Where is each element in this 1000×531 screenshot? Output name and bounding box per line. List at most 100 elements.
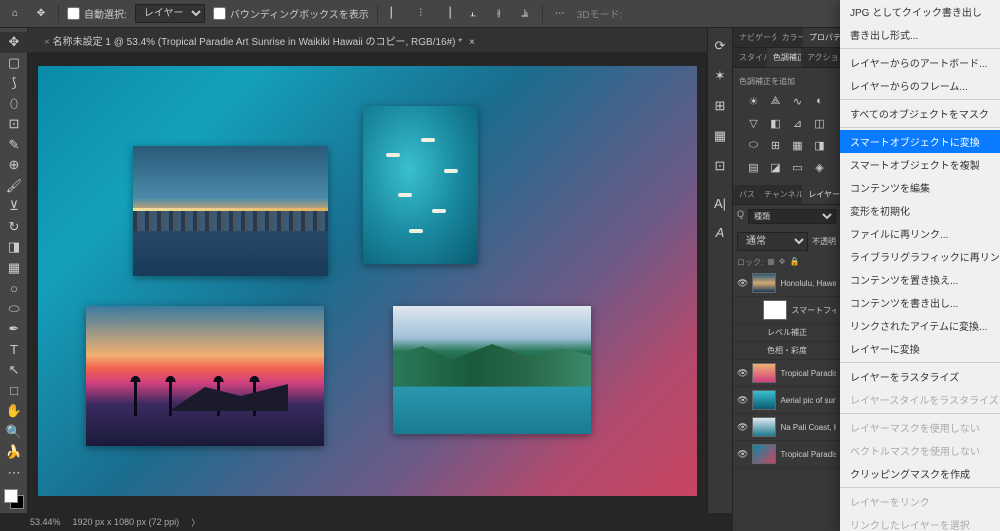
menu-item[interactable]: 変形を初期化 xyxy=(840,199,1000,222)
blend-mode-select[interactable]: 通常 xyxy=(737,232,808,251)
layer-row[interactable]: スマートフィルタ xyxy=(733,297,840,324)
layer-thumbnail[interactable] xyxy=(763,300,787,320)
tab-properties[interactable]: プロパティ xyxy=(803,28,840,47)
lock-pixels-icon[interactable]: ▦ xyxy=(767,257,775,268)
blur-tool[interactable]: ○ xyxy=(0,278,28,299)
tab-paths[interactable]: パス xyxy=(733,185,758,204)
stamp-tool[interactable]: ⊻ xyxy=(0,196,28,217)
tab-adjustments[interactable]: 色調補正 xyxy=(767,48,801,67)
layer-name[interactable]: Honolulu, Hawaii. Sky xyxy=(780,279,836,288)
exposure-icon[interactable]: ◐ xyxy=(812,93,828,109)
path-tool[interactable]: ↖ xyxy=(0,360,28,381)
marquee-tool[interactable]: ▢ xyxy=(0,53,28,74)
paragraph-panel-icon[interactable]: A| xyxy=(714,196,726,211)
actions-panel-icon[interactable]: ✶ xyxy=(715,68,726,84)
zoom-level[interactable]: 53.44% xyxy=(30,517,61,527)
gradient-tool[interactable]: ▦ xyxy=(0,258,28,279)
layer-thumbnail[interactable] xyxy=(752,390,776,410)
layer-filter-kind[interactable]: 種類 xyxy=(748,209,836,224)
hue-icon[interactable]: ◧ xyxy=(768,115,784,131)
layer-thumbnail[interactable] xyxy=(752,417,776,437)
visibility-icon[interactable]: 👁 xyxy=(737,278,748,289)
menu-item[interactable]: ライブラリグラフィックに再リンク... xyxy=(840,245,1000,268)
pen-tool[interactable]: ✒ xyxy=(0,319,28,340)
align-top-icon[interactable]: ⫠ xyxy=(464,5,482,23)
home-icon[interactable]: ⌂ xyxy=(6,5,24,23)
layer-name[interactable]: レベル補正 xyxy=(767,327,807,338)
layer-thumbnail[interactable] xyxy=(752,273,776,293)
eyedropper-tool[interactable]: ✎ xyxy=(0,135,28,156)
layer-thumbnail[interactable] xyxy=(752,363,776,383)
layer-row[interactable]: 色相・彩度 xyxy=(733,342,840,360)
layer-row[interactable]: 👁 Honolulu, Hawaii. Sky xyxy=(733,270,840,297)
brush-tool[interactable]: 🖌 xyxy=(0,176,28,197)
brightness-icon[interactable]: ☀ xyxy=(746,93,762,109)
menu-item[interactable]: レイヤーをラスタライズ xyxy=(840,365,1000,388)
document-tab[interactable]: × 名称未設定 1 @ 53.4% (Tropical Paradie Art … xyxy=(36,29,483,52)
visibility-icon[interactable]: 👁 xyxy=(737,368,748,379)
brushes-panel-icon[interactable]: ⊞ xyxy=(715,98,726,114)
edit-toolbar[interactable]: ⋯ xyxy=(0,463,28,484)
menu-item[interactable]: レイヤーからのアートボード... xyxy=(840,51,1000,74)
tab-navigator[interactable]: ナビゲーター xyxy=(733,28,776,47)
layer-name[interactable]: Na Pali Coast, Kauai xyxy=(780,423,836,432)
history-panel-icon[interactable]: ⟳ xyxy=(715,38,726,54)
layer-name[interactable]: 色相・彩度 xyxy=(767,345,807,356)
lock-position-icon[interactable]: ✥ xyxy=(779,257,786,268)
menu-item[interactable]: スマートオブジェクトを複製 xyxy=(840,153,1000,176)
layer-name[interactable]: Tropical Paradise Art S xyxy=(780,450,836,459)
lock-all-icon[interactable]: 🔒 xyxy=(790,257,800,268)
curves-icon[interactable]: ∿ xyxy=(790,93,806,109)
menu-item[interactable]: コンテンツを書き出し... xyxy=(840,291,1000,314)
layer-name[interactable]: Aerial pic of surfers seat xyxy=(780,396,836,405)
tab-actions[interactable]: アクション xyxy=(801,48,840,67)
bw-icon[interactable]: ◫ xyxy=(812,115,828,131)
layer-row[interactable]: 👁 Tropical Paradise Art S xyxy=(733,360,840,387)
menu-item[interactable]: コンテンツを編集 xyxy=(840,176,1000,199)
align-center-icon[interactable]: ⫶ xyxy=(412,5,430,23)
placed-image-3[interactable] xyxy=(86,306,324,446)
menu-item[interactable]: レイヤーからのフレーム... xyxy=(840,74,1000,97)
move-tool[interactable]: ✥ xyxy=(0,32,28,53)
visibility-icon[interactable]: 👁 xyxy=(737,449,748,460)
placed-image-2[interactable] xyxy=(363,106,478,264)
menu-item[interactable]: クリッピングマスクを作成 xyxy=(840,462,1000,485)
status-chevron-icon[interactable]: 〉 xyxy=(191,516,200,529)
dodge-tool[interactable]: ⬭ xyxy=(0,299,28,320)
auto-select-checkbox[interactable]: 自動選択: xyxy=(67,6,127,21)
eraser-tool[interactable]: ◨ xyxy=(0,237,28,258)
visibility-icon[interactable]: 👁 xyxy=(737,422,748,433)
align-right-icon[interactable]: ▕ xyxy=(438,5,456,23)
posterize-icon[interactable]: ▤ xyxy=(746,159,762,175)
menu-item[interactable]: JPG としてクイック書き出し xyxy=(840,0,1000,23)
layer-row[interactable]: レベル補正 xyxy=(733,324,840,342)
menu-item[interactable]: ファイルに再リンク... xyxy=(840,222,1000,245)
tab-color[interactable]: カラー xyxy=(776,28,803,47)
swatches-panel-icon[interactable]: ▦ xyxy=(714,128,726,144)
color-balance-icon[interactable]: ⊿ xyxy=(790,115,806,131)
visibility-icon[interactable]: 👁 xyxy=(737,395,748,406)
align-bottom-icon[interactable]: ⫡ xyxy=(516,5,534,23)
layer-name[interactable]: スマートフィルタ xyxy=(791,305,836,316)
tab-layers[interactable]: レイヤー xyxy=(802,185,840,204)
layer-row[interactable]: 👁 Tropical Paradise Art S xyxy=(733,441,840,468)
foreground-color-swatch[interactable] xyxy=(4,489,18,503)
layer-list[interactable]: 👁 Honolulu, Hawaii. Sky スマートフィルタレベル補正色相・彩度… xyxy=(733,270,840,531)
canvas-area[interactable] xyxy=(28,52,707,513)
move-icon[interactable]: ✥ xyxy=(32,5,50,23)
hand-tool[interactable]: ✋ xyxy=(0,401,28,422)
layer-name[interactable]: Tropical Paradise Art S xyxy=(780,369,836,378)
wand-tool[interactable]: ⬯ xyxy=(0,94,28,115)
lasso-tool[interactable]: ⟆ xyxy=(0,73,28,94)
threshold-icon[interactable]: ◪ xyxy=(768,159,784,175)
tab-channels[interactable]: チャンネル xyxy=(758,185,802,204)
gradient-map-icon[interactable]: ▭ xyxy=(790,159,806,175)
tab-styles[interactable]: スタイル xyxy=(733,48,767,67)
distribute-icon[interactable]: ⋯ xyxy=(551,5,569,23)
banana-icon[interactable]: 🍌 xyxy=(0,442,28,463)
placed-image-1[interactable] xyxy=(133,146,328,276)
selective-color-icon[interactable]: ◈ xyxy=(812,159,828,175)
auto-select-target[interactable]: レイヤー xyxy=(135,4,205,23)
channel-mixer-icon[interactable]: ⊞ xyxy=(768,137,784,153)
menu-item[interactable]: レイヤーに変換 xyxy=(840,337,1000,360)
